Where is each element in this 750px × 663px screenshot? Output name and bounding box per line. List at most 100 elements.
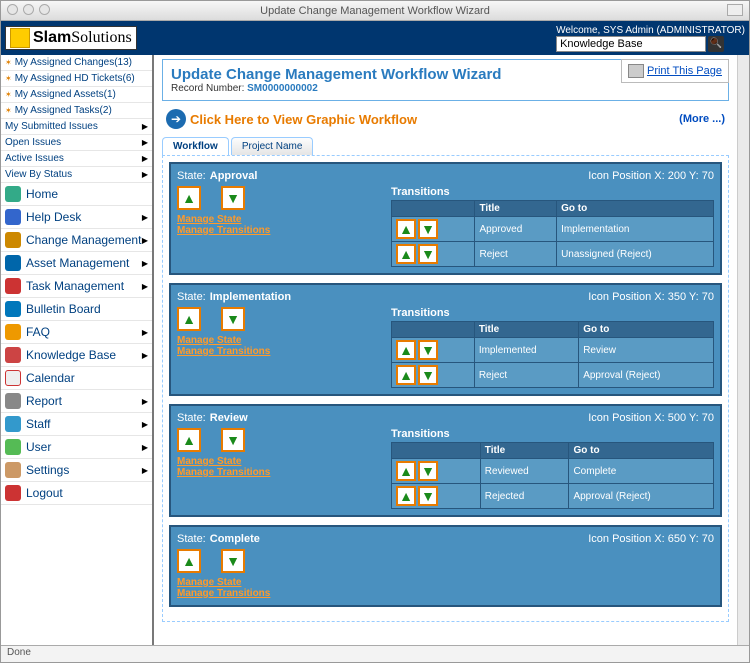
main-content: Print This Page Update Change Management… (154, 55, 737, 645)
chevron-right-icon: ▶ (142, 213, 148, 222)
sidebar-quick-3[interactable]: ✶My Assigned Tasks(2) (1, 103, 152, 119)
sidebar-item-task-management[interactable]: Task Management▶ (1, 275, 152, 298)
chevron-right-icon: ▶ (142, 397, 148, 406)
move-transition-up-button[interactable] (396, 340, 416, 360)
tab-workflow[interactable]: Workflow (162, 137, 229, 155)
transition-row: RejectedApproval (Reject) (392, 484, 714, 509)
sidebar-quick-1[interactable]: ✶My Assigned HD Tickets(6) (1, 71, 152, 87)
app-logo[interactable]: SlamSolutions (5, 26, 137, 50)
sidebar-quick-0[interactable]: ✶My Assigned Changes(13) (1, 55, 152, 71)
move-transition-down-button[interactable] (418, 244, 438, 264)
view-graphic-workflow-link[interactable]: Click Here to View Graphic Workflow (190, 112, 417, 127)
sidebar-quick-6[interactable]: Active Issues▶ (1, 151, 152, 167)
star-icon: ✶ (5, 90, 12, 99)
vertical-scrollbar[interactable] (737, 55, 749, 645)
state-implementation: State: ImplementationIcon Position X: 35… (169, 283, 722, 396)
manage-state-link[interactable]: Manage State (177, 577, 377, 588)
sidebar-item-help-desk[interactable]: Help Desk▶ (1, 206, 152, 229)
sidebar-item-settings[interactable]: Settings▶ (1, 459, 152, 482)
move-transition-down-button[interactable] (418, 461, 438, 481)
transition-row: RejectApproval (Reject) (392, 363, 714, 388)
sidebar-quick-7[interactable]: View By Status▶ (1, 167, 152, 183)
chevron-right-icon: ▶ (142, 328, 148, 337)
arrow-bullet-icon (166, 109, 186, 129)
move-state-up-button[interactable] (177, 307, 201, 331)
move-state-up-button[interactable] (177, 428, 201, 452)
sidebar-item-logout[interactable]: Logout (1, 482, 152, 505)
sidebar-quick-2[interactable]: ✶My Assigned Assets(1) (1, 87, 152, 103)
sidebar-quick-5[interactable]: Open Issues▶ (1, 135, 152, 151)
window-title: Update Change Management Workflow Wizard (260, 5, 490, 17)
move-transition-up-button[interactable] (396, 461, 416, 481)
bulletin-board-icon (5, 301, 21, 317)
sidebar-item-staff[interactable]: Staff▶ (1, 413, 152, 436)
window-zoom-button[interactable] (727, 4, 743, 16)
transitions-table: TitleGo toImplementedReviewRejectApprova… (391, 321, 714, 388)
knowledge-base-icon (5, 347, 21, 363)
move-transition-down-button[interactable] (418, 486, 438, 506)
record-number: Record Number: SM0000000002 (171, 83, 720, 94)
move-state-down-button[interactable] (221, 186, 245, 210)
tab-project-name[interactable]: Project Name (231, 137, 314, 155)
sidebar-item-home[interactable]: Home (1, 183, 152, 206)
chevron-right-icon: ▶ (142, 122, 148, 131)
move-transition-up-button[interactable] (396, 244, 416, 264)
sidebar-item-user[interactable]: User▶ (1, 436, 152, 459)
sidebar-quick-4[interactable]: My Submitted Issues▶ (1, 119, 152, 135)
move-state-up-button[interactable] (177, 549, 201, 573)
transition-row: RejectUnassigned (Reject) (392, 242, 714, 267)
star-icon: ✶ (5, 74, 12, 83)
chevron-right-icon: ▶ (142, 259, 148, 268)
move-transition-up-button[interactable] (396, 365, 416, 385)
move-state-down-button[interactable] (221, 307, 245, 331)
window-minimize-button[interactable] (23, 4, 34, 15)
move-state-up-button[interactable] (177, 186, 201, 210)
logout-icon (5, 485, 21, 501)
sidebar-item-calendar[interactable]: Calendar (1, 367, 152, 390)
search-input[interactable] (556, 36, 706, 52)
move-state-down-button[interactable] (221, 428, 245, 452)
star-icon: ✶ (5, 106, 12, 115)
change-management-icon (5, 232, 21, 248)
transitions-table: TitleGo toApprovedImplementationRejectUn… (391, 200, 714, 267)
state-review: State: ReviewIcon Position X: 500 Y: 70M… (169, 404, 722, 517)
chevron-right-icon: ▶ (142, 170, 148, 179)
chevron-right-icon: ▶ (142, 466, 148, 475)
manage-transitions-link[interactable]: Manage Transitions (177, 225, 377, 236)
manage-transitions-link[interactable]: Manage Transitions (177, 588, 377, 599)
state-complete: State: CompleteIcon Position X: 650 Y: 7… (169, 525, 722, 607)
move-transition-down-button[interactable] (418, 219, 438, 239)
sidebar-item-bulletin-board[interactable]: Bulletin Board (1, 298, 152, 321)
transitions-table: TitleGo toReviewedCompleteRejectedApprov… (391, 442, 714, 509)
sidebar-item-knowledge-base[interactable]: Knowledge Base▶ (1, 344, 152, 367)
move-transition-up-button[interactable] (396, 486, 416, 506)
more-link[interactable]: (More ...) (679, 113, 725, 125)
app-header: SlamSolutions Welcome, SYS Admin (ADMINI… (1, 21, 749, 55)
move-transition-down-button[interactable] (418, 340, 438, 360)
logo-icon (10, 28, 30, 48)
print-this-page[interactable]: Print This Page (621, 59, 729, 83)
search-icon[interactable] (708, 36, 724, 52)
manage-transitions-link[interactable]: Manage Transitions (177, 346, 377, 357)
welcome-text: Welcome, SYS Admin (ADMINISTRATOR) (556, 25, 745, 36)
sidebar-item-change-management[interactable]: Change Management▶ (1, 229, 152, 252)
chevron-right-icon: ▶ (142, 443, 148, 452)
transition-row: ApprovedImplementation (392, 217, 714, 242)
manage-state-link[interactable]: Manage State (177, 456, 377, 467)
sidebar-item-faq[interactable]: FAQ▶ (1, 321, 152, 344)
window-maximize-button[interactable] (39, 4, 50, 15)
manage-state-link[interactable]: Manage State (177, 335, 377, 346)
chevron-right-icon: ▶ (142, 138, 148, 147)
manage-transitions-link[interactable]: Manage Transitions (177, 467, 377, 478)
sidebar-item-asset-management[interactable]: Asset Management▶ (1, 252, 152, 275)
transition-row: ImplementedReview (392, 338, 714, 363)
report-icon (5, 393, 21, 409)
move-state-down-button[interactable] (221, 549, 245, 573)
move-transition-down-button[interactable] (418, 365, 438, 385)
window-close-button[interactable] (7, 4, 18, 15)
move-transition-up-button[interactable] (396, 219, 416, 239)
task-management-icon (5, 278, 21, 294)
sidebar-item-report[interactable]: Report▶ (1, 390, 152, 413)
manage-state-link[interactable]: Manage State (177, 214, 377, 225)
sidebar: ✶My Assigned Changes(13)✶My Assigned HD … (1, 55, 154, 645)
